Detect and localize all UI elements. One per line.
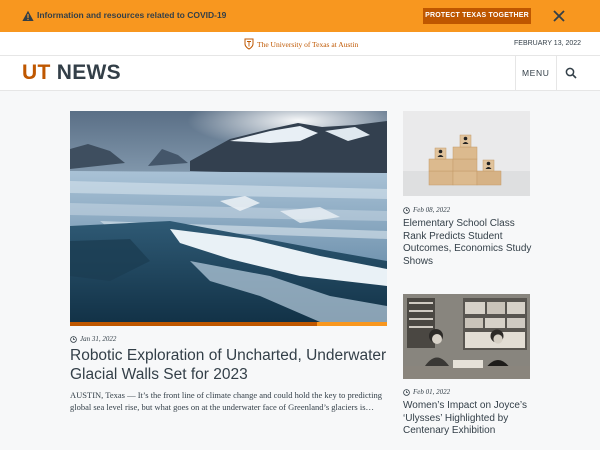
main-story-date: Jan 31, 2022 bbox=[80, 335, 117, 343]
ut-shield-icon bbox=[244, 38, 254, 50]
university-name: The University of Texas at Austin bbox=[257, 39, 359, 49]
covid-alert-bar: Information and resources related to COV… bbox=[0, 0, 600, 32]
protect-texas-button[interactable]: PROTECT TEXAS TOGETHER bbox=[423, 8, 531, 24]
brand-news: NEWS bbox=[56, 61, 121, 84]
menu-button[interactable]: MENU bbox=[522, 68, 549, 78]
hero-accent-bar-gold bbox=[317, 322, 387, 326]
close-icon[interactable] bbox=[552, 9, 566, 23]
search-icon[interactable] bbox=[565, 67, 577, 79]
clock-icon bbox=[70, 335, 77, 343]
archival-photo[interactable] bbox=[403, 294, 530, 379]
main-story-date-row: Jan 31, 2022 bbox=[70, 335, 116, 343]
side-story-1-date: Feb 08, 2022 bbox=[413, 206, 451, 214]
side-story-2-date: Feb 01, 2022 bbox=[413, 388, 451, 396]
side-story-2-date-row: Feb 01, 2022 bbox=[403, 388, 450, 396]
clock-icon bbox=[403, 388, 410, 396]
side-story-1-date-row: Feb 08, 2022 bbox=[403, 206, 450, 214]
side-story-2-title[interactable]: Women’s Impact on Joyce’s ‘Ulysses’ High… bbox=[403, 400, 533, 438]
main-story-title[interactable]: Robotic Exploration of Uncharted, Underw… bbox=[70, 346, 390, 384]
wooden-blocks-photo[interactable] bbox=[403, 111, 530, 196]
nav-divider bbox=[556, 56, 557, 91]
main-story-excerpt: AUSTIN, Texas — It’s the front line of c… bbox=[70, 390, 383, 412]
ut-news-logo[interactable]: UT NEWS bbox=[22, 61, 121, 85]
university-logo-link[interactable]: The University of Texas at Austin bbox=[244, 38, 358, 50]
hero-accent-bar bbox=[70, 322, 317, 326]
brand-ut: UT bbox=[22, 61, 51, 84]
side-story-1-title[interactable]: Elementary School Class Rank Predicts St… bbox=[403, 218, 533, 268]
nav-divider bbox=[515, 56, 516, 91]
glacier-photo[interactable] bbox=[70, 111, 387, 322]
alert-link[interactable]: Information and resources related to COV… bbox=[37, 10, 226, 20]
clock-icon bbox=[403, 206, 410, 214]
warning-icon bbox=[22, 10, 34, 21]
current-date: FEBRUARY 13, 2022 bbox=[514, 40, 582, 47]
